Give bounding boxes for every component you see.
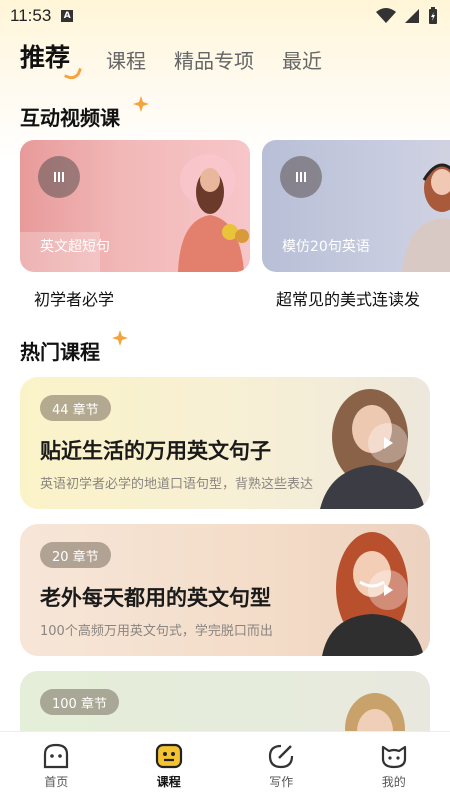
play-button[interactable] bbox=[368, 423, 408, 463]
tab-label: 推荐 bbox=[20, 43, 71, 72]
course-icon bbox=[155, 743, 182, 769]
pause-icon bbox=[296, 172, 306, 182]
nav-label: 课程 bbox=[156, 775, 181, 789]
sparkle-icon bbox=[112, 330, 128, 346]
nav-writing[interactable]: 写作 bbox=[225, 732, 338, 801]
tab-label: 最近 bbox=[282, 49, 323, 73]
video-overlay-title: 英文超短句 bbox=[40, 239, 110, 255]
interactive-section-title: 互动视频课 bbox=[20, 106, 120, 130]
pause-icon bbox=[54, 172, 64, 182]
course-card[interactable]: 44 章节 贴近生活的万用英文句子 英语初学者必学的地道口语句型，背熟这些表达 bbox=[20, 377, 430, 509]
course-description: 100个高频万用英文句式，学完脱口而出 bbox=[40, 624, 273, 639]
interactive-video-list: 英文超短句 初学者必学 模仿20句英语 超常见的美式连读发 bbox=[20, 140, 450, 310]
bottom-navigation: 首页 课程 写作 我的 bbox=[0, 731, 450, 801]
tab-premium[interactable]: 精品专项 bbox=[174, 45, 254, 78]
wifi-icon bbox=[376, 8, 396, 23]
play-button[interactable] bbox=[368, 570, 408, 610]
tab-recent[interactable]: 最近 bbox=[282, 45, 322, 78]
video-caption: 初学者必学 bbox=[34, 290, 115, 309]
video-card[interactable]: 模仿20句英语 超常见的美式连读发 bbox=[262, 140, 450, 310]
chapter-count-badge: 44 章节 bbox=[40, 395, 111, 421]
chapter-count-badge: 100 章节 bbox=[40, 689, 119, 715]
course-description: 英语初学者必学的地道口语句型，背熟这些表达 bbox=[40, 477, 314, 492]
tab-courses[interactable]: 课程 bbox=[106, 45, 146, 78]
top-tabs: 推荐 课程 精品专项 最近 bbox=[20, 38, 350, 82]
play-icon bbox=[384, 584, 393, 596]
chapter-count-badge: 20 章节 bbox=[40, 542, 111, 568]
instructor-photo bbox=[320, 389, 425, 509]
video-overlay-title: 模仿20句英语 bbox=[282, 239, 370, 255]
status-bar: 11:53 A bbox=[0, 0, 450, 32]
signal-icon bbox=[405, 9, 419, 23]
tab-label: 课程 bbox=[106, 49, 147, 73]
status-time: 11:53 bbox=[10, 6, 52, 25]
pause-button[interactable] bbox=[38, 156, 80, 198]
video-caption: 超常见的美式连读发 bbox=[276, 290, 421, 309]
course-title: 贴近生活的万用英文句子 bbox=[40, 439, 271, 463]
course-card[interactable]: 20 章节 老外每天都用的英文句型 100个高频万用英文句式，学完脱口而出 bbox=[20, 524, 430, 656]
pause-button[interactable] bbox=[280, 156, 322, 198]
home-face-icon bbox=[44, 743, 69, 769]
write-icon bbox=[269, 744, 294, 769]
instructor-photo bbox=[322, 532, 424, 656]
course-title: 老外每天都用的英文句型 bbox=[40, 586, 271, 610]
video-card[interactable]: 英文超短句 初学者必学 bbox=[20, 140, 250, 310]
nav-label: 我的 bbox=[381, 775, 406, 789]
video-thumbnail: 模仿20句英语 bbox=[262, 140, 450, 272]
notification-icon: A bbox=[61, 10, 74, 22]
nav-courses[interactable]: 课程 bbox=[113, 732, 226, 801]
profile-cat-icon bbox=[381, 745, 406, 769]
sparkle-icon bbox=[133, 96, 149, 112]
tab-label: 精品专项 bbox=[174, 49, 255, 73]
nav-label: 首页 bbox=[44, 775, 69, 789]
active-tab-indicator bbox=[64, 64, 82, 82]
play-icon bbox=[384, 437, 393, 449]
nav-label: 写作 bbox=[269, 775, 294, 789]
video-thumbnail: 英文超短句 bbox=[20, 140, 250, 272]
status-icons bbox=[376, 7, 438, 25]
tab-recommend[interactable]: 推荐 bbox=[20, 38, 82, 82]
hot-section-title: 热门课程 bbox=[20, 340, 100, 364]
battery-icon bbox=[429, 7, 437, 24]
nav-home[interactable]: 首页 bbox=[0, 732, 113, 801]
nav-profile[interactable]: 我的 bbox=[338, 732, 450, 801]
